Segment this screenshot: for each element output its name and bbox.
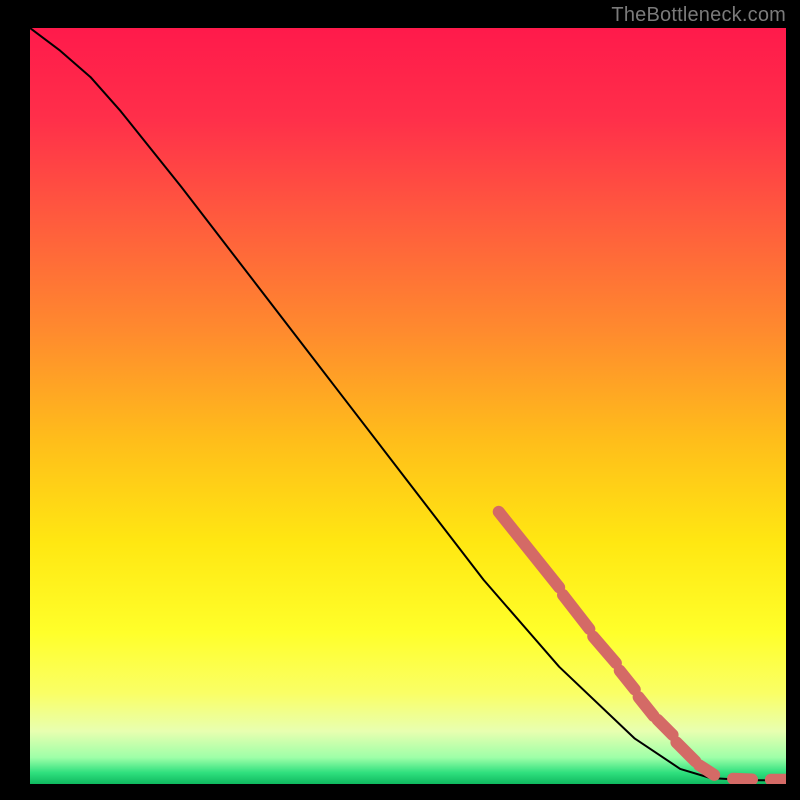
data-dot-segment (733, 779, 752, 780)
bottleneck-curve-chart (30, 28, 786, 784)
chart-frame: TheBottleneck.com (0, 0, 800, 800)
chart-plot-area (30, 28, 786, 784)
gradient-background (30, 28, 786, 784)
data-dot-segment (699, 765, 714, 775)
watermark-text: TheBottleneck.com (611, 4, 786, 27)
